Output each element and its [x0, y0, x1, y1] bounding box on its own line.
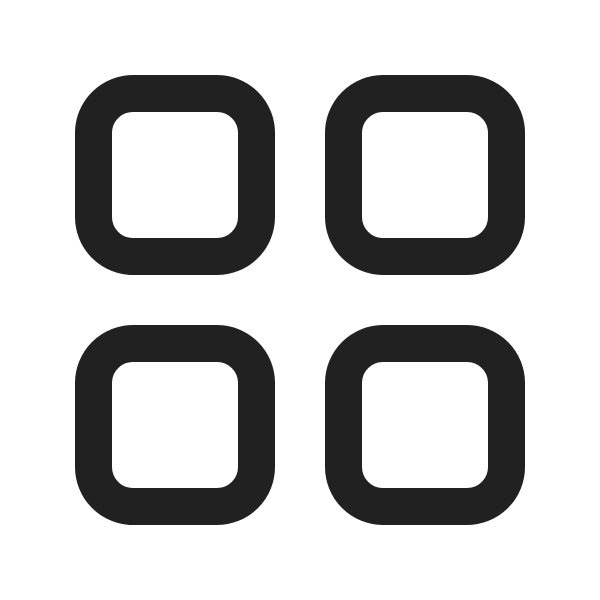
grid-tile-top-left-icon [75, 75, 275, 275]
grid-tile-bottom-left-icon [75, 325, 275, 525]
grid-tile-top-right-icon [325, 75, 525, 275]
grid-tile-bottom-right-icon [325, 325, 525, 525]
grid-icon [0, 0, 600, 600]
